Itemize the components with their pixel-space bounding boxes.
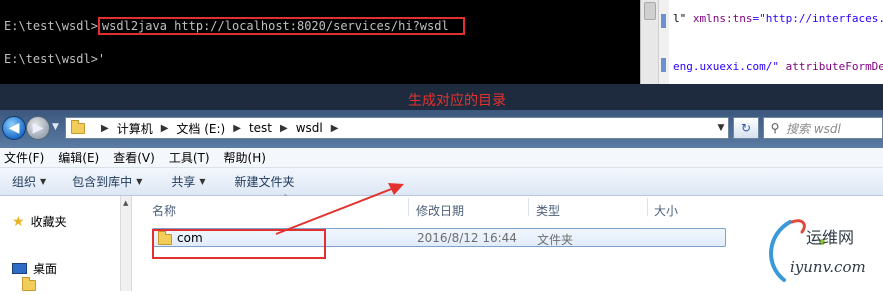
nav-item-desktop[interactable]: 桌面 [12, 260, 57, 277]
watermark-logo: 运维网 iyunv.com [762, 214, 883, 291]
gutter-marker [661, 14, 666, 28]
star-icon: ★ [12, 213, 25, 230]
desktop-icon [12, 263, 27, 274]
xml-line: l" xmlns:tns="http://interfaces. [673, 12, 883, 25]
chevron-down-icon: ▼ [40, 177, 47, 186]
column-header-type[interactable]: 类型 [536, 202, 560, 219]
search-icon: ⚲ [770, 121, 780, 135]
chevron-right-icon[interactable]: ▶ [233, 123, 241, 134]
recent-pages-dropdown[interactable]: ▼ [52, 122, 59, 132]
arrow-left-icon: ◀ [8, 120, 20, 136]
refresh-icon: ↻ [740, 121, 752, 135]
forward-button[interactable]: ▶ [26, 116, 50, 140]
search-placeholder: 搜索 wsdl [786, 121, 841, 136]
chevron-right-icon[interactable]: ▶ [161, 123, 169, 134]
scroll-up-icon[interactable]: ▲ [123, 199, 128, 207]
column-header-size[interactable]: 大小 [654, 202, 678, 219]
file-modified: 2016/8/12 16:44 [417, 231, 517, 245]
console-scrollbar[interactable] [640, 0, 658, 84]
breadcrumb-computer[interactable]: 计算机 [117, 120, 153, 137]
watermark-text-en: iyunv.com [790, 258, 866, 276]
chevron-down-icon[interactable]: ▼ [714, 118, 728, 138]
menu-view[interactable]: 查看(V) [113, 149, 155, 166]
highlight-box [152, 229, 326, 259]
file-explorer-window: ◀ ▶ ▼ ▶ 计算机 ▶ 文档 (E:) ▶ test ▶ wsdl ▶ ▼ … [0, 84, 883, 291]
xml-editor-pane: l" xmlns:tns="http://interfaces. eng.uxu… [658, 0, 883, 84]
console-prompt-line[interactable]: E:\test\wsdl>' [4, 52, 105, 66]
console-partial-line: ──── ── [4, 0, 55, 6]
back-button[interactable]: ◀ [2, 116, 26, 140]
console-prompt: E:\test\wsdl> [4, 19, 98, 33]
arrow-right-icon: ▶ [32, 120, 44, 136]
console-line-command: E:\test\wsdl> wsdl2java http://localhost:… [4, 17, 465, 35]
console-scroll-thumb[interactable] [644, 2, 656, 20]
chevron-right-icon[interactable]: ▶ [331, 123, 339, 134]
menu-edit[interactable]: 编辑(E) [58, 149, 99, 166]
command-toolbar: 组织 ▼ 包含到库中 ▼ 共享 ▼ 新建文件夹 [0, 168, 883, 196]
address-bar[interactable]: ▶ 计算机 ▶ 文档 (E:) ▶ test ▶ wsdl ▶ ▼ [65, 117, 729, 139]
refresh-button[interactable]: ↻ [733, 117, 759, 139]
menu-help[interactable]: 帮助(H) [224, 149, 266, 166]
new-folder-button[interactable]: 新建文件夹 [235, 173, 295, 190]
annotation-label: 生成对应的目录 [408, 93, 506, 109]
editor-gutter [659, 0, 669, 84]
nav-item-favorites[interactable]: ★ 收藏夹 [12, 213, 67, 230]
breadcrumb-drive[interactable]: 文档 (E:) [176, 120, 225, 137]
breadcrumb-wsdl[interactable]: wsdl [296, 121, 323, 135]
search-input[interactable]: ⚲ 搜索 wsdl [763, 117, 883, 139]
folder-icon [71, 119, 85, 134]
navigation-pane: ★ 收藏夹 桌面 [0, 196, 132, 291]
include-in-library-button[interactable]: 包含到库中 ▼ [72, 173, 142, 190]
chevron-down-icon: ▼ [136, 177, 143, 186]
menu-bar: 文件(F) 编辑(E) 查看(V) 工具(T) 帮助(H) [0, 148, 883, 168]
column-header-name[interactable]: 名称 [152, 202, 176, 219]
file-type: 文件夹 [537, 233, 574, 247]
menu-file[interactable]: 文件(F) [4, 149, 44, 166]
chevron-right-icon[interactable]: ▶ [280, 123, 288, 134]
menu-tools[interactable]: 工具(T) [169, 149, 210, 166]
share-button[interactable]: 共享 ▼ [171, 173, 205, 190]
xml-line: eng.uxuexi.com/" attributeFormDef [673, 60, 883, 73]
breadcrumb-test[interactable]: test [249, 121, 272, 135]
command-prompt-window: ──── ── E:\test\wsdl>wsdl2java http://lo… [0, 0, 640, 84]
chevron-down-icon: ▼ [199, 177, 206, 186]
nav-pane-scrollbar[interactable]: ▲ [120, 196, 132, 291]
column-header-modified[interactable]: 修改日期 [416, 202, 464, 219]
watermark-text-cn: 运维网 [806, 228, 855, 247]
gutter-marker [661, 58, 666, 72]
highlighted-command: wsdl2java http://localhost:8020/services… [97, 17, 465, 35]
folder-icon [22, 277, 36, 291]
sort-caret-icon: ⌃ [282, 193, 289, 202]
organize-button[interactable]: 组织 ▼ [12, 173, 46, 190]
chevron-right-icon[interactable]: ▶ [101, 123, 109, 134]
